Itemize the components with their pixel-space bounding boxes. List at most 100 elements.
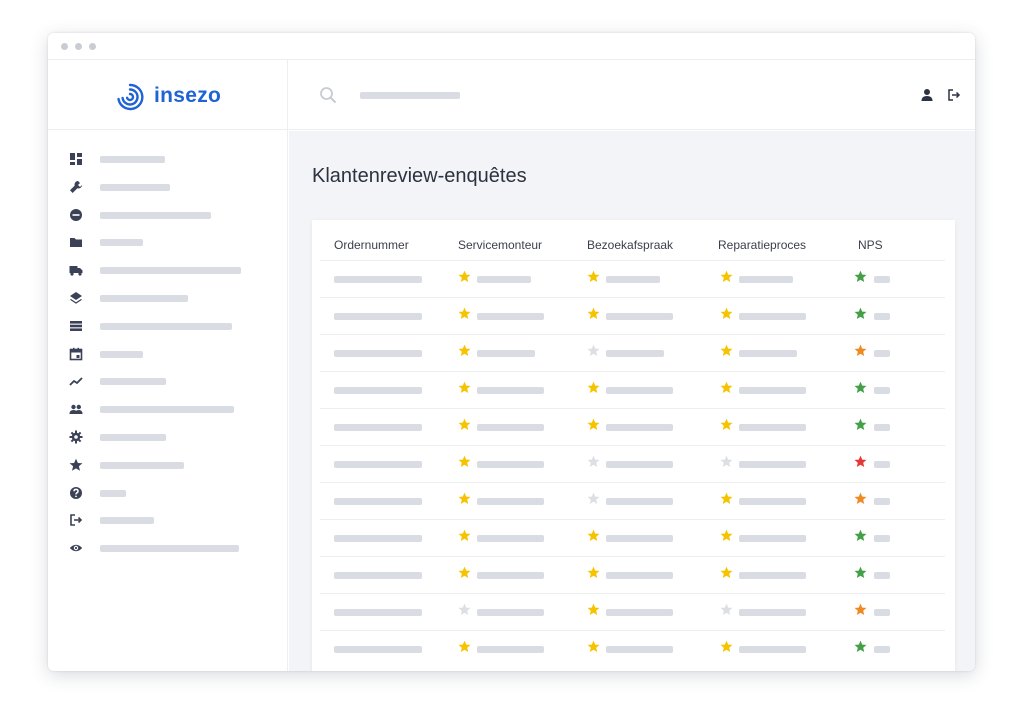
rating-text-placeholder [606,646,673,653]
order-number-placeholder [334,387,422,394]
sidebar-item-logout[interactable] [48,506,288,534]
sidebar-item-calendar[interactable] [48,340,288,368]
rating-text-placeholder [739,646,806,653]
column-header-servicemonteur[interactable]: Servicemonteur [458,238,542,252]
sidebar-item-tools[interactable] [48,173,288,201]
rating-text-placeholder [874,424,890,431]
brand-logo-icon [117,83,144,111]
table-header: Ordernummer Servicemonteur Bezoekafspraa… [312,220,955,260]
rating-star-icon [587,492,600,504]
sidebar-item-label [100,239,143,247]
sidebar-item-dashboard[interactable] [48,145,288,173]
browser-window: insezo Klantenreview-enquêtes Ordernumme… [48,33,975,671]
rating-star-icon [720,418,733,430]
sidebar-item-view[interactable] [48,534,288,562]
rating-star-icon [854,418,867,430]
sidebar-item-delivery[interactable] [48,256,288,284]
order-number-placeholder [334,350,422,357]
rating-star-icon [587,529,600,541]
sidebar-item-layers[interactable] [48,284,288,312]
rating-star-icon [458,344,471,356]
sidebar-item-analytics[interactable] [48,367,288,395]
sidebar-item-reviews[interactable] [48,451,288,479]
user-icon[interactable] [920,88,934,102]
column-header-bezoekafspraak[interactable]: Bezoekafspraak [587,238,673,252]
table-row[interactable] [320,556,945,593]
rating-star-icon [854,640,867,652]
rating-text-placeholder [739,572,806,579]
survey-table: Ordernummer Servicemonteur Bezoekafspraa… [312,220,955,671]
rating-text-placeholder [874,387,890,394]
sidebar: insezo [48,60,288,671]
search-icon[interactable] [319,86,337,104]
table-row[interactable] [320,445,945,482]
rating-text-placeholder [739,609,806,616]
sidebar-item-list[interactable] [48,312,288,340]
sidebar-item-users[interactable] [48,395,288,423]
table-row[interactable] [320,297,945,334]
order-number-placeholder [334,535,422,542]
folder-icon [70,238,82,248]
window-dot [61,43,68,50]
rating-star-icon [587,418,600,430]
calendar-icon [69,347,83,360]
page-title: Klantenreview-enquêtes [312,165,527,187]
sidebar-item-add[interactable] [48,201,288,229]
brand-logo[interactable]: insezo [48,60,288,130]
rating-text-placeholder [874,276,890,283]
table-row[interactable] [320,260,945,297]
rating-text-placeholder [739,498,806,505]
eye-icon [69,544,83,552]
rating-star-icon [854,492,867,504]
rating-star-icon [458,270,471,282]
table-row[interactable] [320,334,945,371]
rating-text-placeholder [739,387,806,394]
sidebar-item-folder[interactable] [48,228,288,256]
rating-text-placeholder [606,461,673,468]
rating-star-icon [854,566,867,578]
table-row[interactable] [320,482,945,519]
users-icon [69,404,83,415]
help-icon [70,486,82,499]
sidebar-item-label [100,517,154,525]
main-content: Klantenreview-enquêtes Ordernummer Servi… [289,131,975,671]
rating-text-placeholder [874,350,890,357]
window-dot [75,43,82,50]
table-row[interactable] [320,408,945,445]
rating-star-icon [587,455,600,467]
order-number-placeholder [334,498,422,505]
truck-icon [69,266,83,276]
rating-star-icon [720,566,733,578]
rating-star-icon [854,455,867,467]
table-row[interactable] [320,630,945,667]
rating-text-placeholder [874,313,890,320]
rating-star-icon [720,603,733,615]
table-row[interactable] [320,519,945,556]
logout-icon[interactable] [947,88,961,102]
table-row[interactable] [320,371,945,408]
rating-star-icon [458,566,471,578]
column-header-reparatieproces[interactable]: Reparatieproces [718,238,806,252]
rating-star-icon [587,270,600,282]
search-input[interactable] [360,92,460,99]
order-number-placeholder [334,461,422,468]
rating-star-icon [720,455,733,467]
rating-text-placeholder [874,498,890,505]
rating-text-placeholder [606,609,673,616]
brand-name: insezo [154,84,222,107]
rating-star-icon [720,307,733,319]
column-header-nps[interactable]: NPS [858,238,883,252]
rating-text-placeholder [874,461,890,468]
column-header-ordernummer[interactable]: Ordernummer [334,238,409,252]
table-row[interactable] [320,593,945,630]
rating-text-placeholder [477,498,544,505]
rating-text-placeholder [739,276,793,283]
sidebar-item-help[interactable] [48,479,288,507]
rating-star-icon [854,381,867,393]
order-number-placeholder [334,572,422,579]
rating-star-icon [720,270,733,282]
trend-line-icon [69,377,83,387]
sidebar-item-settings[interactable] [48,423,288,451]
rating-text-placeholder [477,276,531,283]
rating-star-icon [458,603,471,615]
